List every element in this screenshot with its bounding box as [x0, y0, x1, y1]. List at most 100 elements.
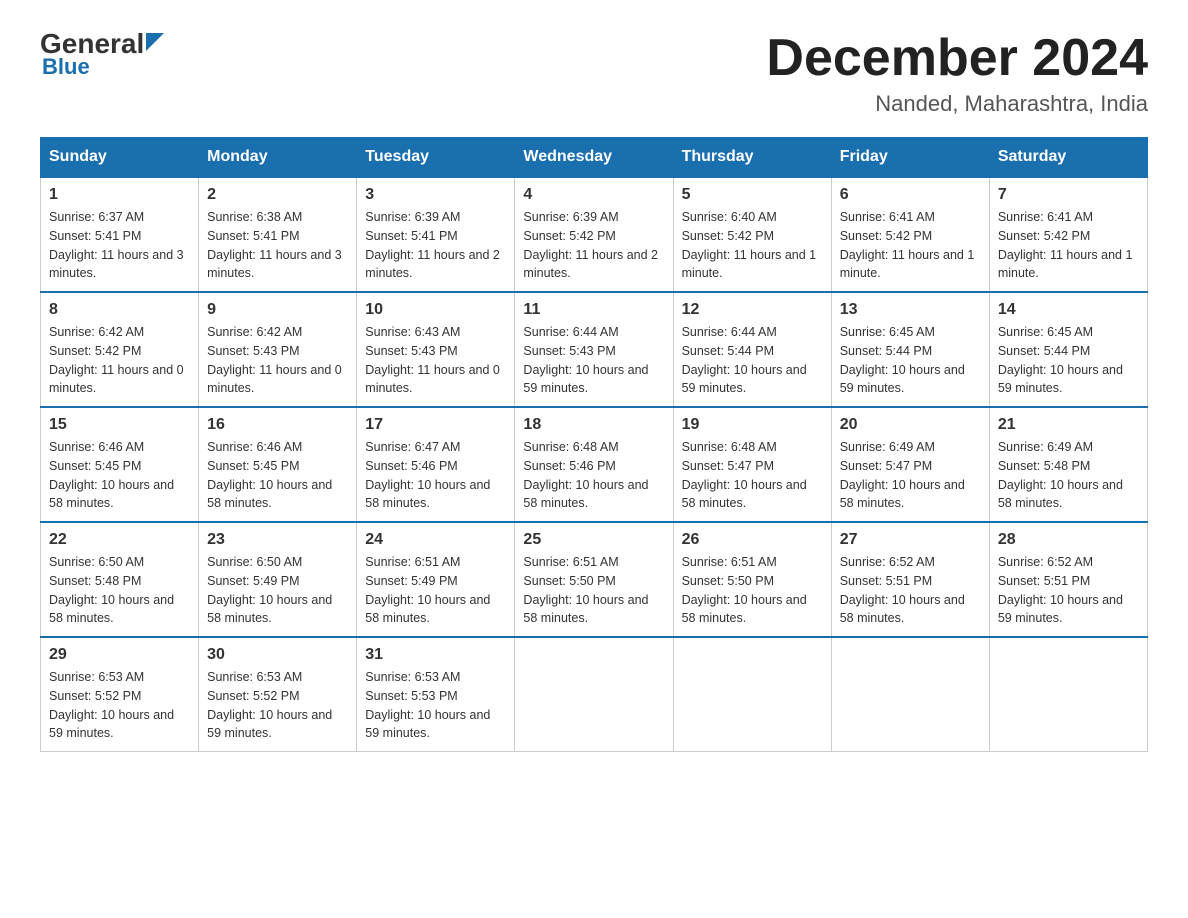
day-number: 5 — [682, 186, 823, 204]
calendar-cell: 20 Sunrise: 6:49 AMSunset: 5:47 PMDayligh… — [831, 407, 989, 522]
day-info: Sunrise: 6:41 AMSunset: 5:42 PMDaylight:… — [998, 208, 1139, 283]
day-info: Sunrise: 6:51 AMSunset: 5:49 PMDaylight:… — [365, 553, 506, 628]
calendar-cell — [989, 637, 1147, 752]
day-number: 3 — [365, 186, 506, 204]
day-number: 15 — [49, 416, 190, 434]
day-number: 1 — [49, 186, 190, 204]
day-number: 6 — [840, 186, 981, 204]
calendar-week-row: 29Sunrise: 6:53 AMSunset: 5:52 PMDayligh… — [41, 637, 1148, 752]
calendar-cell: 29Sunrise: 6:53 AMSunset: 5:52 PMDayligh… — [41, 637, 199, 752]
calendar-week-row: 1 Sunrise: 6:37 AMSunset: 5:41 PMDaylight… — [41, 177, 1148, 292]
calendar-cell: 22 Sunrise: 6:50 AMSunset: 5:48 PMDayligh… — [41, 522, 199, 637]
day-number: 19 — [682, 416, 823, 434]
day-info: Sunrise: 6:44 AMSunset: 5:43 PMDaylight:… — [523, 323, 664, 398]
day-info: Sunrise: 6:53 AMSunset: 5:52 PMDaylight:… — [49, 668, 190, 743]
day-number: 30 — [207, 646, 348, 664]
day-number: 16 — [207, 416, 348, 434]
day-number: 10 — [365, 301, 506, 319]
col-header-monday: Monday — [199, 138, 357, 178]
day-info: Sunrise: 6:49 AMSunset: 5:47 PMDaylight:… — [840, 438, 981, 513]
day-number: 20 — [840, 416, 981, 434]
calendar-cell: 7Sunrise: 6:41 AMSunset: 5:42 PMDaylight… — [989, 177, 1147, 292]
day-number: 8 — [49, 301, 190, 319]
calendar-cell — [673, 637, 831, 752]
day-number: 21 — [998, 416, 1139, 434]
calendar-week-row: 8 Sunrise: 6:42 AMSunset: 5:42 PMDaylight… — [41, 292, 1148, 407]
calendar-cell: 8 Sunrise: 6:42 AMSunset: 5:42 PMDaylight… — [41, 292, 199, 407]
calendar-cell: 26 Sunrise: 6:51 AMSunset: 5:50 PMDayligh… — [673, 522, 831, 637]
day-info: Sunrise: 6:51 AMSunset: 5:50 PMDaylight:… — [682, 553, 823, 628]
day-number: 18 — [523, 416, 664, 434]
day-number: 24 — [365, 531, 506, 549]
calendar-week-row: 15 Sunrise: 6:46 AMSunset: 5:45 PMDayligh… — [41, 407, 1148, 522]
day-number: 31 — [365, 646, 506, 664]
col-header-sunday: Sunday — [41, 138, 199, 178]
page-header: General Blue December 2024 Nanded, Mahar… — [40, 30, 1148, 117]
day-info: Sunrise: 6:47 AMSunset: 5:46 PMDaylight:… — [365, 438, 506, 513]
day-info: Sunrise: 6:42 AMSunset: 5:43 PMDaylight:… — [207, 323, 348, 398]
logo-arrow-icon — [146, 33, 164, 51]
col-header-saturday: Saturday — [989, 138, 1147, 178]
day-number: 14 — [998, 301, 1139, 319]
calendar-cell: 6 Sunrise: 6:41 AMSunset: 5:42 PMDaylight… — [831, 177, 989, 292]
day-info: Sunrise: 6:50 AMSunset: 5:48 PMDaylight:… — [49, 553, 190, 628]
day-number: 2 — [207, 186, 348, 204]
day-number: 22 — [49, 531, 190, 549]
day-number: 27 — [840, 531, 981, 549]
day-number: 9 — [207, 301, 348, 319]
calendar-cell: 21 Sunrise: 6:49 AMSunset: 5:48 PMDayligh… — [989, 407, 1147, 522]
calendar-week-row: 22 Sunrise: 6:50 AMSunset: 5:48 PMDayligh… — [41, 522, 1148, 637]
day-info: Sunrise: 6:37 AMSunset: 5:41 PMDaylight:… — [49, 208, 190, 283]
calendar-cell: 18 Sunrise: 6:48 AMSunset: 5:46 PMDayligh… — [515, 407, 673, 522]
calendar-cell: 24 Sunrise: 6:51 AMSunset: 5:49 PMDayligh… — [357, 522, 515, 637]
day-info: Sunrise: 6:44 AMSunset: 5:44 PMDaylight:… — [682, 323, 823, 398]
day-info: Sunrise: 6:39 AMSunset: 5:42 PMDaylight:… — [523, 208, 664, 283]
calendar-table: SundayMondayTuesdayWednesdayThursdayFrid… — [40, 137, 1148, 752]
logo: General Blue — [40, 30, 164, 80]
day-number: 13 — [840, 301, 981, 319]
calendar-cell: 10 Sunrise: 6:43 AMSunset: 5:43 PMDayligh… — [357, 292, 515, 407]
calendar-cell: 4Sunrise: 6:39 AMSunset: 5:42 PMDaylight… — [515, 177, 673, 292]
day-number: 17 — [365, 416, 506, 434]
calendar-cell: 2 Sunrise: 6:38 AMSunset: 5:41 PMDaylight… — [199, 177, 357, 292]
calendar-cell — [515, 637, 673, 752]
day-info: Sunrise: 6:43 AMSunset: 5:43 PMDaylight:… — [365, 323, 506, 398]
title-section: December 2024 Nanded, Maharashtra, India — [766, 30, 1148, 117]
day-number: 26 — [682, 531, 823, 549]
day-info: Sunrise: 6:41 AMSunset: 5:42 PMDaylight:… — [840, 208, 981, 283]
calendar-cell: 23Sunrise: 6:50 AMSunset: 5:49 PMDayligh… — [199, 522, 357, 637]
day-info: Sunrise: 6:46 AMSunset: 5:45 PMDaylight:… — [207, 438, 348, 513]
logo-bottom-text: Blue — [40, 54, 90, 80]
day-info: Sunrise: 6:53 AMSunset: 5:53 PMDaylight:… — [365, 668, 506, 743]
calendar-cell: 15 Sunrise: 6:46 AMSunset: 5:45 PMDayligh… — [41, 407, 199, 522]
day-number: 25 — [523, 531, 664, 549]
calendar-header-row: SundayMondayTuesdayWednesdayThursdayFrid… — [41, 138, 1148, 178]
calendar-cell: 19 Sunrise: 6:48 AMSunset: 5:47 PMDayligh… — [673, 407, 831, 522]
day-info: Sunrise: 6:49 AMSunset: 5:48 PMDaylight:… — [998, 438, 1139, 513]
col-header-thursday: Thursday — [673, 138, 831, 178]
day-info: Sunrise: 6:52 AMSunset: 5:51 PMDaylight:… — [998, 553, 1139, 628]
calendar-cell: 16 Sunrise: 6:46 AMSunset: 5:45 PMDayligh… — [199, 407, 357, 522]
calendar-cell: 12 Sunrise: 6:44 AMSunset: 5:44 PMDayligh… — [673, 292, 831, 407]
day-info: Sunrise: 6:40 AMSunset: 5:42 PMDaylight:… — [682, 208, 823, 283]
day-info: Sunrise: 6:48 AMSunset: 5:47 PMDaylight:… — [682, 438, 823, 513]
day-info: Sunrise: 6:46 AMSunset: 5:45 PMDaylight:… — [49, 438, 190, 513]
day-info: Sunrise: 6:42 AMSunset: 5:42 PMDaylight:… — [49, 323, 190, 398]
day-info: Sunrise: 6:45 AMSunset: 5:44 PMDaylight:… — [840, 323, 981, 398]
location-text: Nanded, Maharashtra, India — [766, 91, 1148, 117]
day-info: Sunrise: 6:53 AMSunset: 5:52 PMDaylight:… — [207, 668, 348, 743]
calendar-cell: 17 Sunrise: 6:47 AMSunset: 5:46 PMDayligh… — [357, 407, 515, 522]
day-number: 12 — [682, 301, 823, 319]
calendar-cell: 27Sunrise: 6:52 AMSunset: 5:51 PMDayligh… — [831, 522, 989, 637]
col-header-tuesday: Tuesday — [357, 138, 515, 178]
day-info: Sunrise: 6:39 AMSunset: 5:41 PMDaylight:… — [365, 208, 506, 283]
day-number: 11 — [523, 301, 664, 319]
day-info: Sunrise: 6:45 AMSunset: 5:44 PMDaylight:… — [998, 323, 1139, 398]
day-number: 23 — [207, 531, 348, 549]
calendar-cell: 14 Sunrise: 6:45 AMSunset: 5:44 PMDayligh… — [989, 292, 1147, 407]
calendar-cell: 9 Sunrise: 6:42 AMSunset: 5:43 PMDaylight… — [199, 292, 357, 407]
day-info: Sunrise: 6:48 AMSunset: 5:46 PMDaylight:… — [523, 438, 664, 513]
calendar-cell: 11 Sunrise: 6:44 AMSunset: 5:43 PMDayligh… — [515, 292, 673, 407]
month-title: December 2024 — [766, 30, 1148, 87]
day-info: Sunrise: 6:38 AMSunset: 5:41 PMDaylight:… — [207, 208, 348, 283]
